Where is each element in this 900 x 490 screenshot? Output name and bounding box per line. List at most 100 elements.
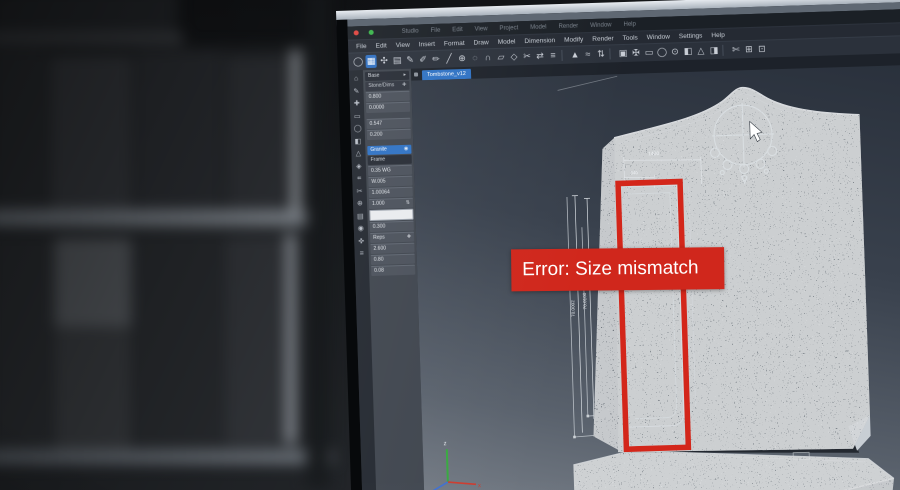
panel-row-aux-icon: ◉ <box>404 145 409 154</box>
snap-icon[interactable]: ⊕ <box>456 52 467 65</box>
panel-row[interactable] <box>369 209 413 221</box>
titlebar-item[interactable]: Edit <box>452 27 463 33</box>
titlebar-item[interactable]: Render <box>558 23 578 30</box>
home-icon[interactable]: ⌂ <box>354 74 359 83</box>
menu-item[interactable]: Format <box>444 39 465 47</box>
titlebar-item[interactable]: Model <box>530 24 547 31</box>
menu-item[interactable]: Model <box>498 38 516 46</box>
menu-item[interactable]: Draw <box>473 39 488 46</box>
titlebar-item[interactable]: Help <box>623 21 636 27</box>
maximize-window-icon[interactable] <box>369 30 374 35</box>
table-icon[interactable]: ⊞ <box>743 43 754 56</box>
panel-row[interactable]: Stone/Dims ✚ <box>365 81 409 91</box>
comment-icon[interactable]: ▭ <box>643 46 654 59</box>
edit-icon[interactable]: ✎ <box>353 87 359 96</box>
triangle-icon[interactable]: △ <box>356 149 362 158</box>
walk-icon[interactable]: ▲ <box>569 48 580 61</box>
rectangle-icon[interactable]: ▭ <box>354 112 361 121</box>
titlebar-item[interactable]: File <box>431 27 441 33</box>
titlebar-item[interactable]: Project <box>499 25 518 32</box>
terrain-icon[interactable]: ≈ <box>582 48 593 61</box>
panel-row[interactable]: Granite ◉ <box>367 145 411 155</box>
image-panel-icon[interactable]: ▣ <box>617 47 628 60</box>
menu-item[interactable]: Edit <box>375 42 386 49</box>
panel-row[interactable]: 2.600 <box>370 243 414 254</box>
settings-tool-icon[interactable]: ✣ <box>378 54 389 67</box>
swap-icon[interactable]: ⇅ <box>595 48 606 61</box>
toolbar-icon[interactable] <box>609 48 614 59</box>
select-tool-icon[interactable]: ▦ <box>365 55 376 68</box>
pen-icon[interactable]: ✐ <box>417 53 428 66</box>
snap-point-icon[interactable]: ⊕ <box>357 199 363 208</box>
panel-row[interactable]: 0.80 <box>371 254 415 265</box>
panel-row[interactable]: 0.35 WG <box>368 165 412 176</box>
menu-item[interactable]: Settings <box>679 32 703 40</box>
circle-tool-icon[interactable]: ◯ <box>352 55 363 68</box>
titlebar-item[interactable]: Studio <box>402 28 419 35</box>
close-window-icon[interactable] <box>354 30 359 35</box>
grid-icon[interactable]: ⌗ <box>357 174 361 183</box>
panel-row[interactable]: 0.08 <box>371 265 415 276</box>
pencil-icon[interactable]: ✎ <box>404 54 415 67</box>
menu-item[interactable]: Window <box>647 33 670 41</box>
target-icon[interactable]: ◉ <box>358 224 364 233</box>
shape-tool-icon[interactable]: ▱ <box>495 51 506 64</box>
toolbar-icon[interactable] <box>561 50 566 61</box>
polygon-tool-icon[interactable]: ◇ <box>508 50 519 63</box>
move-icon[interactable]: ✜ <box>358 237 364 246</box>
titlebar-item[interactable]: Window <box>590 22 612 29</box>
eraser-icon[interactable]: ◨ <box>708 44 719 57</box>
axis-gizmo: z x y <box>426 440 482 490</box>
panel-row-label: Granite <box>370 145 387 155</box>
panel-row[interactable]: 1.000 ⇅ <box>369 198 413 209</box>
viewport-column: Tombstone_v12 <box>411 51 900 490</box>
menu-item[interactable]: Render <box>592 35 614 43</box>
list-icon[interactable]: ▤ <box>357 212 364 221</box>
panel-row-label: Base <box>368 72 380 81</box>
diamond-icon[interactable]: ◈ <box>356 162 362 171</box>
panel-row[interactable]: Frame <box>368 155 412 165</box>
titlebar-item[interactable]: View <box>475 26 488 32</box>
scissors-icon[interactable]: ✂ <box>521 50 532 63</box>
tab-list-icon[interactable] <box>414 72 418 76</box>
sphere-icon[interactable]: ◯ <box>656 46 667 59</box>
pyramid-icon[interactable]: △ <box>695 44 706 57</box>
panel-row[interactable]: 1.00064 <box>369 187 413 198</box>
menu-item[interactable]: Tools <box>623 34 638 41</box>
arc-tool-icon[interactable]: ∩ <box>482 51 493 64</box>
circle-icon[interactable]: ◯ <box>354 124 362 133</box>
panel-row[interactable]: 0.547 <box>366 118 410 129</box>
panel-row[interactable]: 0.800 <box>366 91 410 102</box>
panel-row[interactable]: Base ▸ <box>365 71 409 81</box>
new-sheet-icon[interactable]: ▤ <box>391 54 402 67</box>
menu-item[interactable]: Dimension <box>524 37 555 45</box>
panel-row[interactable]: 0.0000 <box>366 102 410 113</box>
cube-icon[interactable]: ◧ <box>682 45 693 58</box>
stack-icon[interactable]: ≡ <box>359 249 363 258</box>
cut-icon[interactable]: ✄ <box>730 43 741 56</box>
menu-item[interactable]: Modify <box>564 36 583 44</box>
menu-item[interactable]: View <box>396 41 410 48</box>
dim-height-left: 70.0002 <box>570 300 575 317</box>
zoom-tool-icon[interactable]: ◌ <box>469 51 480 64</box>
layers-icon[interactable]: ≡ <box>547 49 558 62</box>
panel-row[interactable]: 0.300 <box>370 221 414 232</box>
menu-item[interactable]: File <box>356 43 367 50</box>
menu-item[interactable]: Insert <box>419 40 435 48</box>
panel-row[interactable]: 0.200 <box>367 129 411 140</box>
brush-icon[interactable]: ✏ <box>430 53 441 66</box>
add-icon[interactable]: ✚ <box>354 99 360 108</box>
magnifier-icon[interactable]: ⊡ <box>756 42 767 55</box>
gear-icon[interactable]: ✠ <box>630 46 641 59</box>
axis-icon[interactable]: ⊙ <box>669 45 680 58</box>
error-banner[interactable]: Error: Size mismatch <box>511 247 724 291</box>
mirror-icon[interactable]: ⇄ <box>534 49 545 62</box>
toolbar-icon[interactable] <box>722 45 727 56</box>
half-block-icon[interactable]: ◧ <box>355 137 362 146</box>
viewport-3d[interactable]: 70.0002 70.0100 <box>411 63 900 490</box>
panel-row[interactable]: W.005 <box>368 176 412 187</box>
menu-item[interactable]: Help <box>711 31 725 38</box>
line-tool-icon[interactable]: ╱ <box>443 52 454 65</box>
panel-row[interactable]: Reps ✚ <box>370 232 414 243</box>
trim-icon[interactable]: ✂ <box>357 187 363 196</box>
